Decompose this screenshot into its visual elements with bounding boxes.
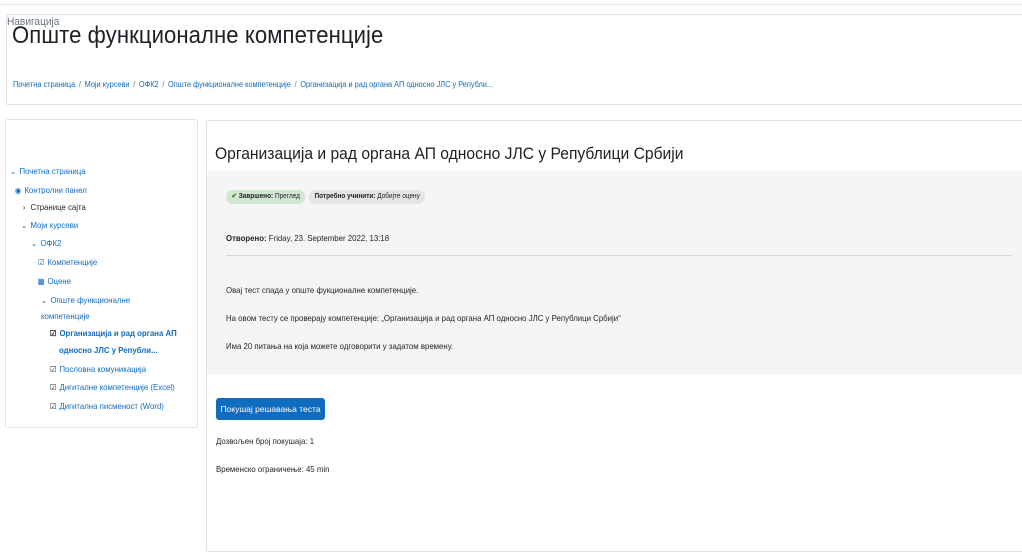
breadcrumb-activity[interactable]: Организација и рад органа АП односно ЈЛС… <box>300 80 493 89</box>
nav-item-dashboard-label: Контролни панел <box>24 185 87 195</box>
nav-item-section-label: Опште функционалне <box>50 295 131 305</box>
nav-item-digital-word-label: Дигитална писменост (Word) <box>59 401 164 411</box>
attempts-allowed: Дозвољен број покушаја: 1 <box>216 436 315 446</box>
nav-item-digital-excel[interactable]: ☑ Дигиталне компетенције (Excel) <box>49 382 175 393</box>
chevron-down-icon: ⌄ <box>21 221 28 230</box>
chevron-down-icon: ⌄ <box>41 296 48 305</box>
description-line-2: На овом тесту се проверају компетенције:… <box>226 313 621 323</box>
nav-item-current-activity[interactable]: ☑ Организација и рад органа АП <box>49 328 177 339</box>
table-icon: ▦ <box>37 277 45 286</box>
breadcrumb-section[interactable]: Опште функционалне компетенције <box>168 80 291 89</box>
nav-item-section[interactable]: ⌄ Опште функционалне <box>40 295 130 306</box>
nav-item-my-courses[interactable]: ⌄ Моји курсеви <box>20 220 78 231</box>
breadcrumb-separator: / <box>162 80 165 89</box>
nav-item-course[interactable]: ⌄ ОФК2 <box>30 238 61 249</box>
checkbox-icon: ☑ <box>37 258 45 267</box>
breadcrumb-separator: / <box>78 80 81 89</box>
nav-item-business-communication[interactable]: ☑ Пословна комуникација <box>49 364 146 375</box>
completion-todo-label: Потребно учинити: <box>314 193 376 200</box>
chevron-down-icon: ⌄ <box>10 167 17 176</box>
nav-item-competencies[interactable]: ☑ Компетенције <box>37 257 97 268</box>
nav-item-site-pages[interactable]: › Странице сајта <box>20 202 86 213</box>
completion-done-value: Преглед <box>274 193 300 200</box>
nav-item-current-label: Организација и рад органа АП <box>59 328 177 338</box>
breadcrumb-my-courses[interactable]: Моји курсеви <box>85 80 130 89</box>
completion-todo-value: Добијте оцену <box>377 193 420 200</box>
breadcrumb-separator: / <box>294 80 297 89</box>
nav-item-my-courses-label: Моји курсеви <box>30 220 79 230</box>
nav-item-section-label-2: компетенције <box>41 311 90 321</box>
top-bar <box>0 0 1022 5</box>
nav-item-course-label: ОФК2 <box>40 238 62 248</box>
breadcrumb-course[interactable]: ОФК2 <box>139 80 159 89</box>
nav-item-dashboard[interactable]: ◉ Контролни панел <box>14 185 87 196</box>
dashboard-icon: ◉ <box>14 186 22 195</box>
nav-item-current-activity-line2[interactable]: односно ЈЛС у Републи... <box>59 345 158 355</box>
chevron-right-icon: › <box>22 203 26 212</box>
opened-date: Отворено: Friday, 23. September 2022, 13… <box>226 233 389 243</box>
breadcrumb: Почетна страница / Моји курсеви / ОФК2/Опште… <box>13 80 493 89</box>
check-icon: ✔ <box>231 193 237 200</box>
nav-item-home-label: Почетна страница <box>19 166 86 176</box>
quiz-icon: ☑ <box>49 402 57 411</box>
breadcrumb-home[interactable]: Почетна страница <box>13 80 75 89</box>
completion-todo-badge: Потребно учинити: Добијте оцену <box>309 190 426 204</box>
opened-label: Отворено: <box>226 233 267 243</box>
quiz-icon: ☑ <box>49 383 57 392</box>
nav-item-current-label-2: односно ЈЛС у Републи... <box>59 345 158 355</box>
completion-done-label: Завршено: <box>238 193 274 200</box>
nav-item-grades-label: Оцене <box>47 276 71 286</box>
nav-item-section-line2[interactable]: компетенције <box>41 311 90 321</box>
opened-value: Friday, 23. September 2022, 13:18 <box>268 233 390 243</box>
nav-item-site-pages-label: Странице сајта <box>30 202 86 212</box>
description-line-1: Овај тест спада у опште фукционалне комп… <box>226 285 419 295</box>
completion-done-badge: ✔ Завршено: Преглед <box>226 190 306 204</box>
navigation-title: Навигација <box>7 16 60 28</box>
description-line-3: Има 20 питања на која можете одговорити … <box>226 341 454 351</box>
nav-item-digital-excel-label: Дигиталне компетенције (Excel) <box>59 382 175 392</box>
divider <box>226 255 1012 256</box>
nav-item-home[interactable]: ⌄ Почетна страница <box>9 166 86 177</box>
breadcrumb-separator: / <box>133 80 136 89</box>
nav-item-business-communication-label: Пословна комуникација <box>59 364 147 374</box>
quiz-icon: ☑ <box>49 365 57 374</box>
chevron-down-icon: ⌄ <box>31 239 38 248</box>
nav-item-competencies-label: Компетенције <box>47 257 98 267</box>
nav-item-grades[interactable]: ▦ Оцене <box>37 276 71 287</box>
page-title: Опште функционалне компетенције <box>12 22 384 49</box>
attempt-quiz-button[interactable]: Покушај решавања теста <box>216 398 325 420</box>
nav-item-digital-word[interactable]: ☑ Дигитална писменост (Word) <box>49 401 164 412</box>
quiz-icon: ☑ <box>49 329 57 338</box>
time-limit: Временско ограничење: 45 min <box>216 464 330 474</box>
activity-title: Организација и рад органа АП односно ЈЛС… <box>215 144 684 163</box>
